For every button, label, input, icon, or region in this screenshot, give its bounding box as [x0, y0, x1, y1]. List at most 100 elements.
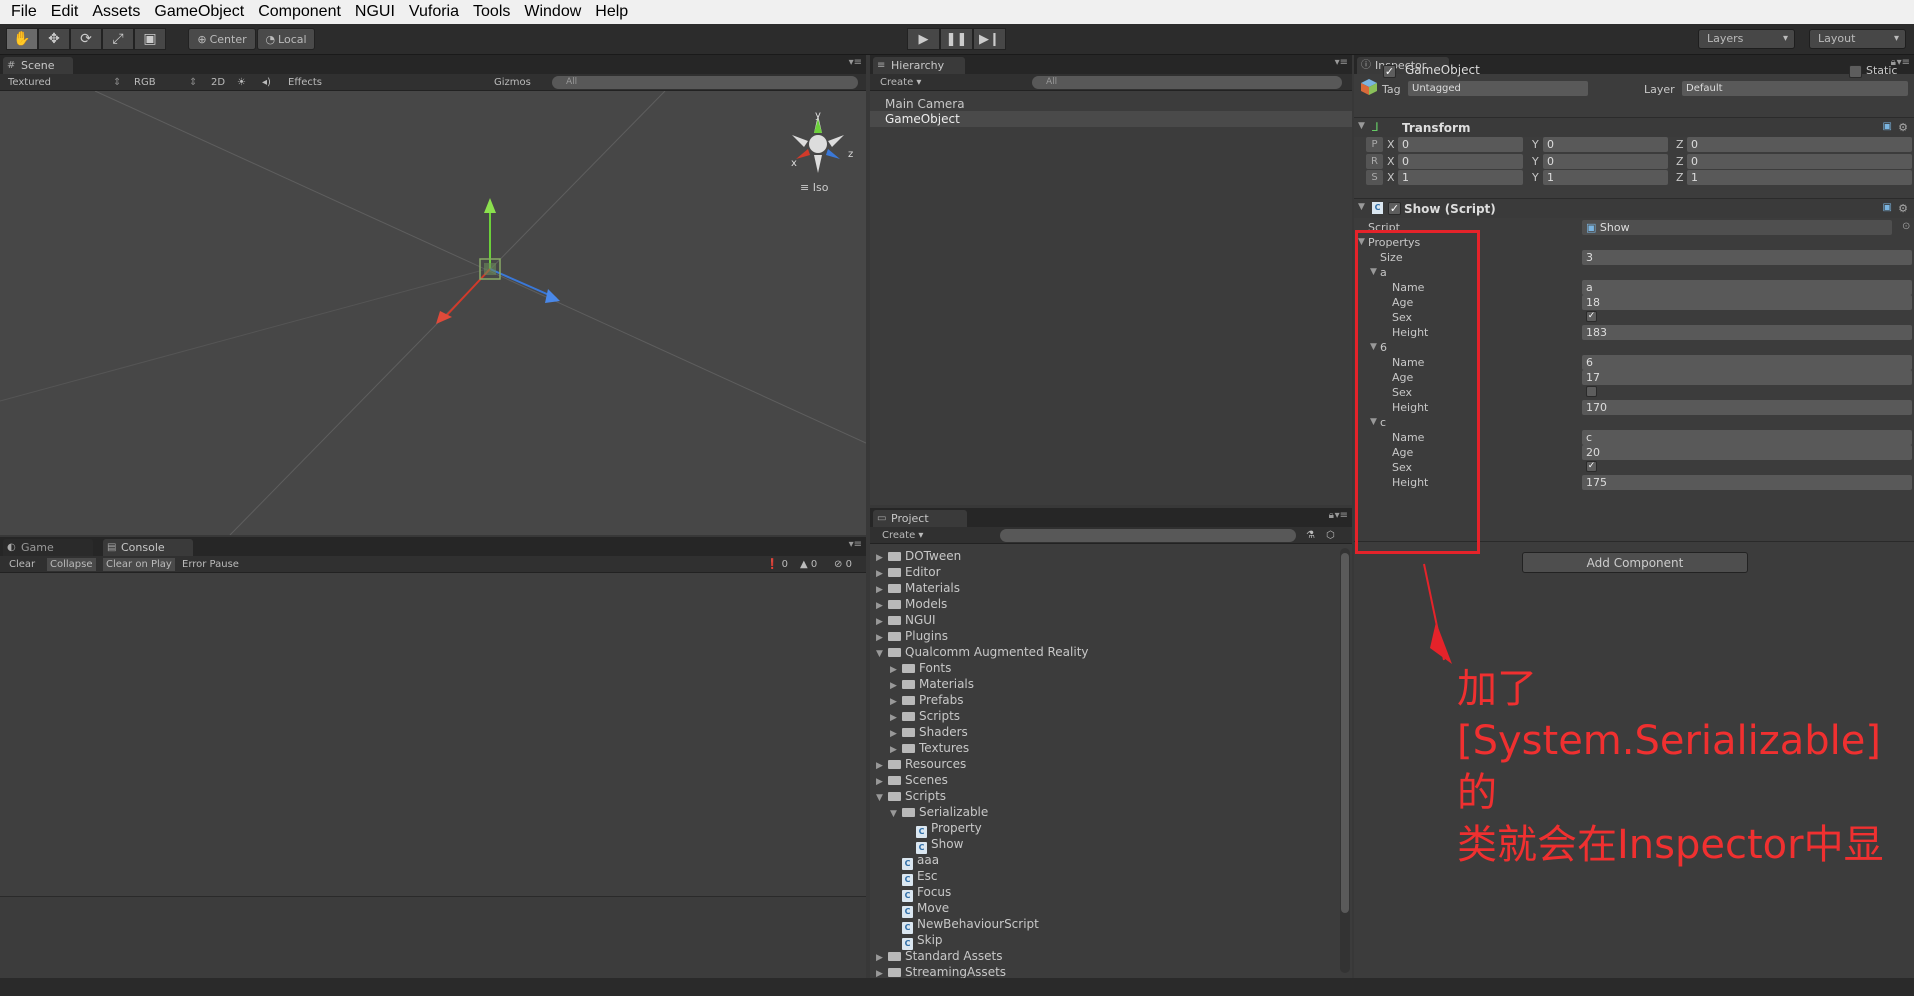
lock-icon[interactable]: 🔒︎: [1329, 510, 1334, 521]
transform-position-tag[interactable]: P: [1366, 137, 1383, 152]
filter-label-icon[interactable]: ⬡: [1326, 529, 1335, 542]
object-picker-icon[interactable]: ⊙: [1902, 221, 1910, 232]
folder-item[interactable]: ▶ Editor: [876, 564, 941, 580]
name-field[interactable]: 6: [1582, 355, 1912, 370]
transform-z-field[interactable]: 0: [1687, 153, 1912, 169]
project-scrollbar[interactable]: [1340, 548, 1350, 973]
transform-help-icon[interactable]: ▣: [1883, 121, 1892, 132]
hierarchy-item[interactable]: Main Camera: [885, 97, 965, 111]
gizmos-dropdown[interactable]: Gizmos: [494, 76, 531, 89]
folder-item[interactable]: ▼ Scripts: [876, 788, 946, 804]
layers-dropdown[interactable]: Layers: [1698, 29, 1795, 49]
folder-item[interactable]: ▶ Scenes: [876, 772, 948, 788]
panel-menu-icon[interactable]: ▾≡: [849, 57, 862, 68]
transform-settings-icon[interactable]: ⚙: [1898, 121, 1908, 134]
active-checkbox[interactable]: ✓: [1383, 65, 1396, 78]
folder-item[interactable]: ▶ Models: [876, 596, 947, 612]
transform-header[interactable]: ▼ ⅃ Transform ▣ ⚙: [1354, 117, 1914, 137]
clear-button[interactable]: Clear: [9, 558, 35, 571]
menu-edit[interactable]: Edit: [44, 0, 86, 24]
hierarchy-item[interactable]: GameObject: [885, 112, 960, 126]
effects-dropdown[interactable]: Effects: [288, 76, 322, 89]
project-scroll-thumb[interactable]: [1341, 553, 1349, 913]
folder-item[interactable]: ▶ Materials: [890, 676, 974, 692]
scene-viewport[interactable]: y x z ≡ Iso: [0, 91, 866, 535]
axis-y-label[interactable]: Y: [1532, 155, 1539, 168]
menu-component[interactable]: Component: [251, 0, 348, 24]
expanded-arrow-icon[interactable]: ▼: [890, 806, 902, 822]
collapse-button[interactable]: Collapse: [47, 558, 96, 571]
transform-z-field[interactable]: 1: [1687, 170, 1912, 185]
folder-item[interactable]: ▶ Plugins: [876, 628, 948, 644]
script-item[interactable]: C Esc: [890, 868, 937, 886]
axis-y-label[interactable]: Y: [1532, 138, 1539, 151]
menu-ngui[interactable]: NGUI: [348, 0, 402, 24]
layout-dropdown[interactable]: Layout: [1809, 29, 1906, 49]
project-menu-icon[interactable]: ▾≡: [1335, 510, 1348, 521]
script-help-icon[interactable]: ▣: [1883, 202, 1892, 213]
size-field[interactable]: 3: [1582, 250, 1912, 265]
tab-scene[interactable]: # Scene: [3, 57, 73, 74]
sex-checkbox[interactable]: ✓: [1586, 461, 1597, 472]
name-field[interactable]: c: [1582, 430, 1912, 445]
menu-vuforia[interactable]: Vuforia: [402, 0, 466, 24]
tag-dropdown[interactable]: Untagged: [1408, 81, 1588, 96]
script-item[interactable]: C Focus: [890, 884, 951, 902]
transform-y-field[interactable]: 0: [1543, 153, 1668, 169]
2d-toggle[interactable]: 2D: [211, 76, 225, 89]
rotate-tool-icon[interactable]: ⟳: [70, 28, 102, 50]
info-count[interactable]: ❗ 0: [766, 558, 788, 571]
tab-project[interactable]: ▭ Project: [873, 510, 967, 527]
pivot-center-button[interactable]: ⊕ Center: [188, 28, 256, 50]
project-search-input[interactable]: [1000, 529, 1296, 542]
name-field[interactable]: a: [1582, 280, 1912, 295]
axis-y-label[interactable]: Y: [1532, 171, 1539, 184]
sex-checkbox[interactable]: [1586, 386, 1597, 397]
axis-x-label[interactable]: X: [1387, 155, 1395, 168]
folder-item[interactable]: ▼ Qualcomm Augmented Reality: [876, 644, 1089, 660]
hierarchy-create-button[interactable]: Create ▾: [880, 76, 921, 89]
project-create-button[interactable]: Create ▾: [882, 529, 923, 542]
menu-tools[interactable]: Tools: [466, 0, 517, 24]
shading-dropdown[interactable]: Textured: [8, 76, 51, 89]
warning-count[interactable]: ▲ 0: [800, 558, 817, 571]
transform-rotation-tag[interactable]: R: [1366, 153, 1383, 169]
pivot-local-button[interactable]: ◔ Local: [257, 28, 315, 50]
expanded-arrow-icon[interactable]: ▼: [876, 646, 888, 662]
console-log-area[interactable]: [0, 573, 866, 897]
lighting-icon[interactable]: ☀: [237, 76, 246, 89]
hierarchy-menu-icon[interactable]: ▾≡: [1335, 57, 1348, 68]
static-checkbox[interactable]: [1849, 65, 1862, 78]
menu-assets[interactable]: Assets: [85, 0, 147, 24]
audio-icon[interactable]: ◂): [262, 76, 271, 89]
folder-item[interactable]: ▶ Materials: [876, 580, 960, 596]
move-tool-icon[interactable]: ✥: [38, 28, 70, 50]
axis-z-label[interactable]: Z: [1676, 138, 1684, 151]
error-count[interactable]: ⊘ 0: [834, 558, 852, 571]
transform-y-field[interactable]: 1: [1543, 170, 1668, 185]
menu-window[interactable]: Window: [517, 0, 588, 24]
pause-icon[interactable]: ❚❚: [940, 28, 973, 50]
layer-dropdown[interactable]: Default: [1682, 81, 1908, 96]
collapsed-arrow-icon[interactable]: ▶: [876, 966, 888, 978]
console-menu-icon[interactable]: ▾≡: [849, 539, 862, 550]
height-field[interactable]: 183: [1582, 325, 1912, 340]
transform-x-field[interactable]: 1: [1398, 170, 1523, 185]
add-component-button[interactable]: Add Component: [1522, 552, 1748, 573]
rect-tool-icon[interactable]: ▣: [134, 28, 166, 50]
axis-z-label[interactable]: Z: [1676, 155, 1684, 168]
menu-gameobject[interactable]: GameObject: [147, 0, 251, 24]
transform-x-field[interactable]: 0: [1398, 153, 1523, 169]
play-icon[interactable]: ▶: [907, 28, 940, 50]
folder-item[interactable]: ▼ Serializable: [890, 804, 988, 820]
age-field[interactable]: 20: [1582, 445, 1912, 460]
folder-item[interactable]: ▶ Scripts: [890, 708, 960, 724]
script-settings-icon[interactable]: ⚙: [1898, 202, 1908, 215]
transform-y-field[interactable]: 0: [1543, 137, 1668, 152]
tab-console[interactable]: ▤ Console: [103, 539, 193, 556]
folder-item[interactable]: ▶ Standard Assets: [876, 948, 1002, 964]
script-item[interactable]: C Move: [890, 900, 949, 918]
tab-hierarchy[interactable]: ≡ Hierarchy: [873, 57, 965, 74]
projection-label[interactable]: ≡ Iso: [800, 181, 828, 194]
folder-item[interactable]: ▶ Shaders: [890, 724, 968, 740]
